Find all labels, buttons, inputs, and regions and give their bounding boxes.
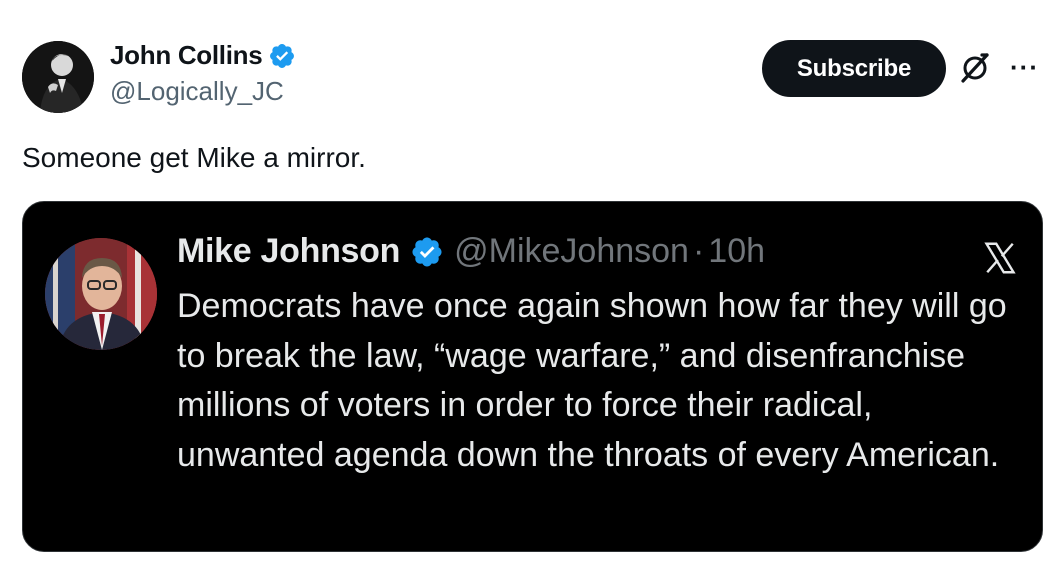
- quoted-separator: ·: [692, 232, 705, 270]
- tweet-text: Someone get Mike a mirror.: [22, 142, 366, 173]
- author-avatar[interactable]: [22, 41, 94, 113]
- more-icon[interactable]: ···: [1010, 52, 1039, 83]
- author-handle[interactable]: @Logically_JC: [110, 76, 284, 107]
- subscribe-button[interactable]: Subscribe: [762, 40, 946, 97]
- quoted-text: Democrats have once again shown how far …: [177, 287, 1007, 474]
- quoted-avatar: [45, 238, 157, 350]
- quoted-screenshot-card[interactable]: Mike Johnson @MikeJohnson · 10h Democrat…: [22, 201, 1043, 552]
- quoted-verified-badge-icon: [412, 236, 442, 267]
- author-name-row[interactable]: John Collins: [110, 40, 296, 71]
- grok-icon[interactable]: [958, 51, 992, 85]
- author-name[interactable]: John Collins: [110, 40, 263, 71]
- tweet: John Collins @Logically_JC Subscribe ···…: [0, 0, 1060, 568]
- quoted-handle: @MikeJohnson: [454, 232, 689, 270]
- verified-badge-icon: [270, 43, 295, 68]
- quoted-header: Mike Johnson @MikeJohnson · 10h: [177, 232, 765, 271]
- x-logo-icon: [984, 242, 1016, 274]
- quoted-time: 10h: [708, 232, 766, 270]
- quoted-name: Mike Johnson: [177, 232, 401, 270]
